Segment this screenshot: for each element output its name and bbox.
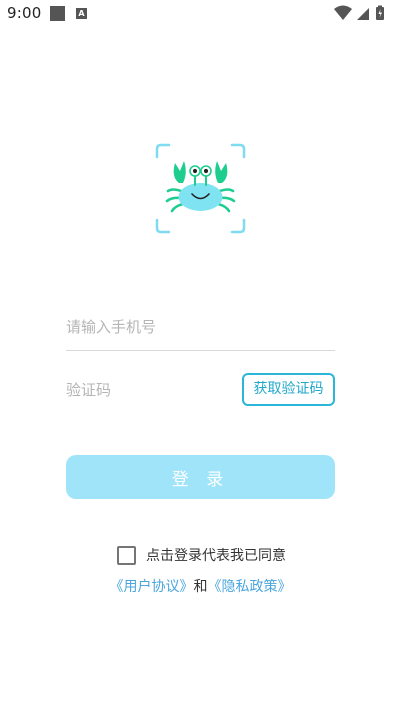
- verification-code-input[interactable]: [66, 370, 226, 410]
- agreement-checkbox[interactable]: [117, 545, 136, 565]
- user-agreement-link[interactable]: 《用户协议》: [110, 579, 194, 595]
- privacy-policy-link[interactable]: 《隐私政策》: [208, 579, 292, 595]
- crab-mascot-icon: [155, 143, 246, 234]
- battery-icon: [376, 5, 384, 20]
- signal-icon: [357, 8, 369, 20]
- wifi-icon: [334, 5, 352, 20]
- agreement-text: 点击登录代表我已同意: [146, 548, 286, 564]
- login-button[interactable]: 登 录: [66, 455, 335, 499]
- a-badge-icon: A: [76, 8, 87, 19]
- phone-field[interactable]: [66, 307, 335, 351]
- status-right-icons: [333, 5, 393, 21]
- get-code-button[interactable]: 获取验证码: [242, 373, 335, 406]
- phone-input[interactable]: [66, 307, 335, 347]
- login-screen: 9:00 A 请输入手机号 验证码 获取验证码 登 录 点击登录代表我已同意 《…: [0, 0, 401, 714]
- policy-links: 《用户协议》和《隐私政策》: [0, 576, 401, 596]
- app-logo: [155, 143, 246, 234]
- and-text: 和: [193, 579, 208, 595]
- status-bar: 9:00 A: [0, 0, 401, 28]
- agreement-row: 点击登录代表我已同意: [117, 544, 286, 566]
- notification-square-icon: [50, 6, 65, 21]
- status-time: 9:00: [7, 4, 42, 22]
